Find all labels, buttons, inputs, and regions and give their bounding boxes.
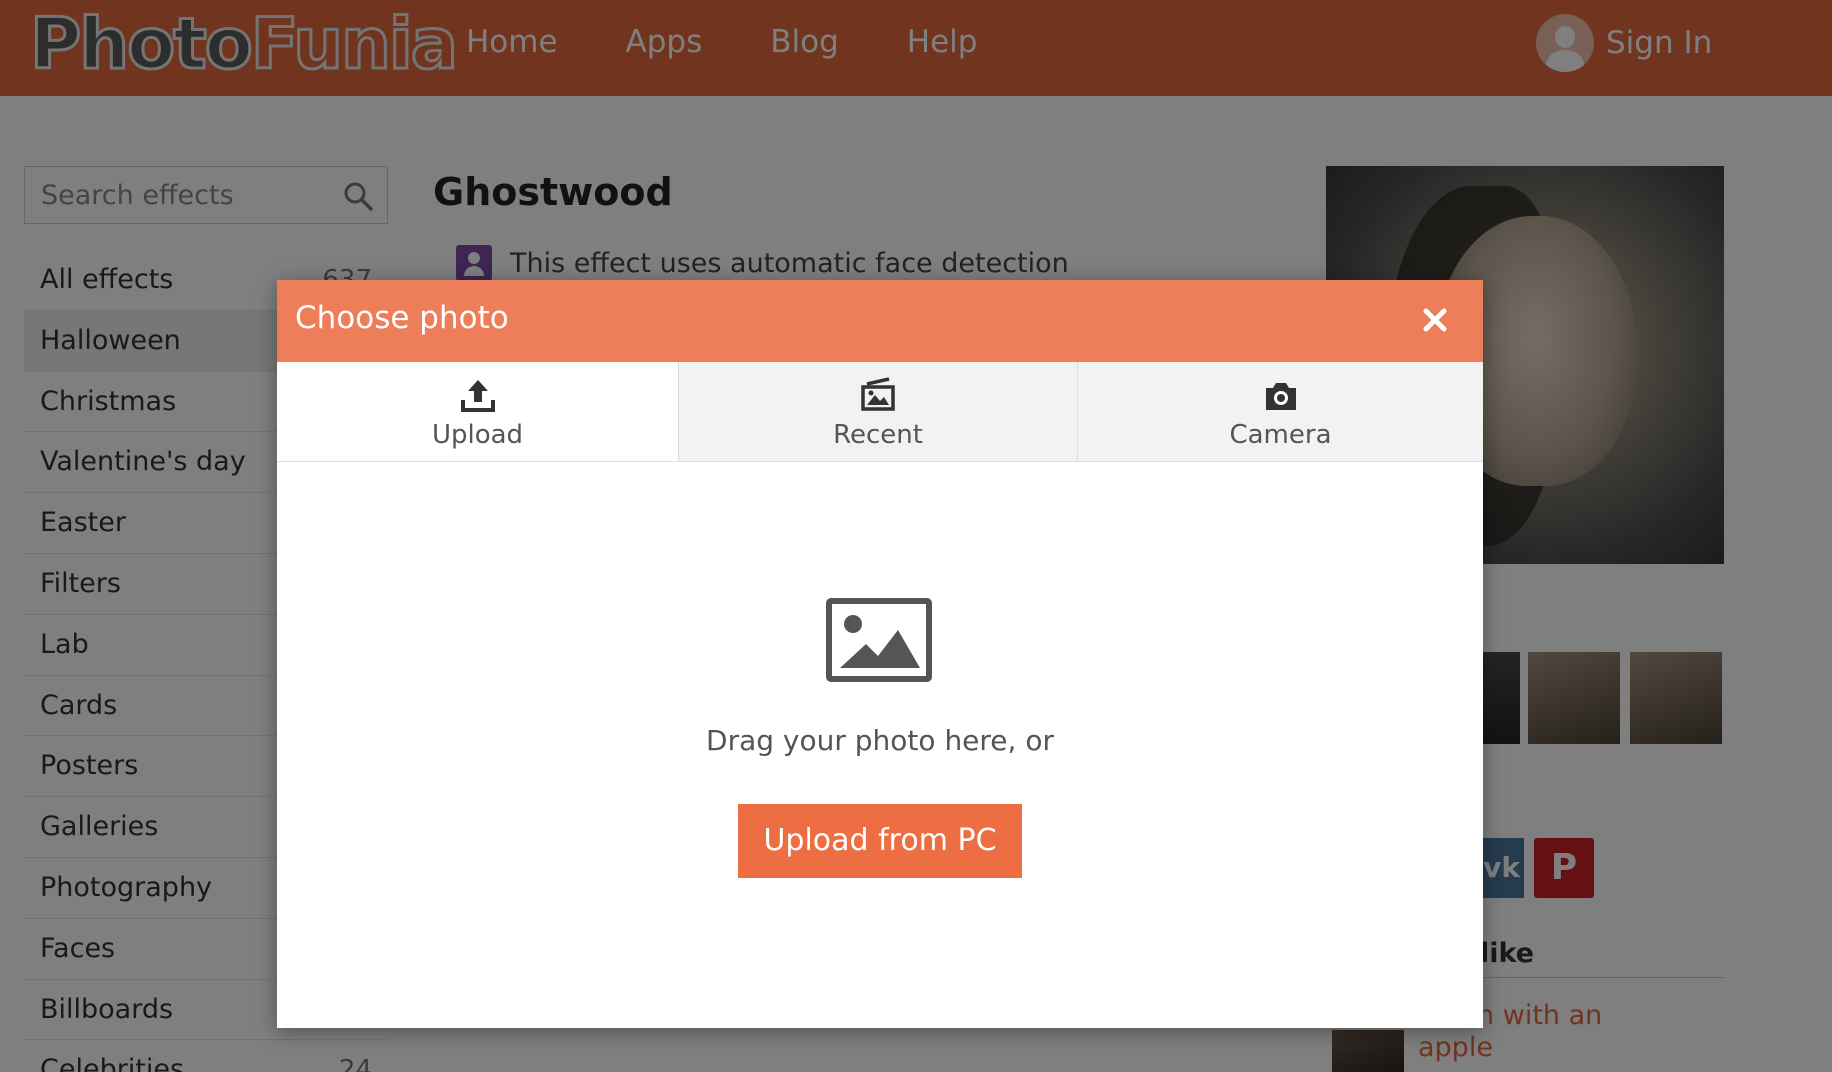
drag-hint: Drag your photo here, or	[706, 724, 1054, 757]
camera-icon	[1265, 383, 1296, 410]
choose-photo-dialog: Choose photo Upload Recent Camera Drag y…	[277, 280, 1483, 1028]
photo-source-tabs: Upload Recent Camera	[277, 362, 1483, 462]
recent-photos-icon	[861, 377, 895, 411]
tab-recent[interactable]: Recent	[678, 362, 1077, 461]
upload-icon	[460, 380, 495, 412]
close-icon[interactable]	[1413, 298, 1457, 342]
upload-from-pc-button[interactable]: Upload from PC	[738, 804, 1022, 878]
tab-camera[interactable]: Camera	[1077, 362, 1483, 461]
dialog-header: Choose photo	[277, 280, 1483, 362]
dialog-title: Choose photo	[295, 300, 509, 336]
image-placeholder-icon	[826, 598, 932, 682]
tab-upload[interactable]: Upload	[277, 362, 678, 461]
